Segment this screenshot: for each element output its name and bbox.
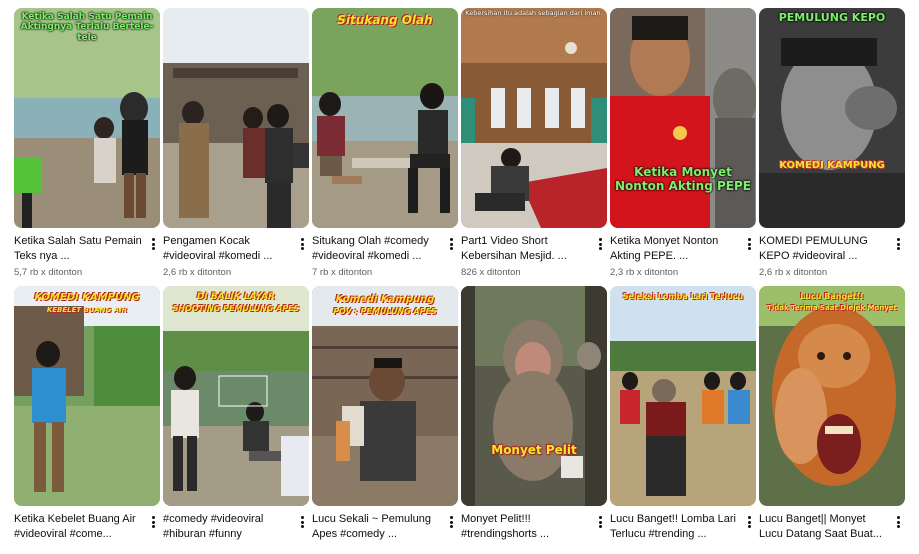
thumbnail-image: [163, 8, 309, 228]
video-meta: Lucu Banget!! Lomba Lari Terlucu #trendi…: [610, 506, 756, 542]
more-options-icon[interactable]: [148, 236, 158, 252]
video-card: Komedi Kampung POV : PEMULUNG APES Lucu …: [312, 286, 458, 554]
video-meta: Ketika Salah Satu Pemain Teks nya ... 5,…: [14, 228, 160, 278]
video-card: Ketika Monyet Nonton Akting PEPE Ketika …: [610, 8, 756, 278]
video-meta: Lucu Sekali ~ Pemulung Apes #comedy ...: [312, 506, 458, 542]
video-thumbnail[interactable]: KOMEDI KAMPUNG KEBELET BUANG AIR: [14, 286, 160, 506]
more-options-icon[interactable]: [297, 236, 307, 252]
video-meta: Ketika Kebelet Buang Air #videoviral #co…: [14, 506, 160, 542]
more-options-icon[interactable]: [297, 514, 307, 530]
video-title[interactable]: Part1 Video Short Kebersihan Mesjid. ...: [461, 234, 591, 264]
video-card: Lucu Banget!! Tidak Terima Saat Diejek M…: [759, 286, 905, 554]
video-thumbnail[interactable]: Kebersihan itu adalah sebagian dari iman…: [461, 8, 607, 228]
video-thumbnail[interactable]: Monyet Pelit: [461, 286, 607, 506]
thumbnail-image: [610, 8, 756, 228]
more-options-icon[interactable]: [893, 514, 903, 530]
thumbnail-image: [312, 286, 458, 506]
video-thumbnail[interactable]: [163, 8, 309, 228]
thumbnail-image: [14, 8, 160, 228]
video-thumbnail[interactable]: Ketika Salah Satu Pemain Aktingnya Terla…: [14, 8, 160, 228]
video-thumbnail[interactable]: Situkang Olah: [312, 8, 458, 228]
thumbnail-image: [163, 286, 309, 506]
more-options-icon[interactable]: [595, 236, 605, 252]
more-options-icon[interactable]: [744, 514, 754, 530]
video-card: Pengamen Kocak #videoviral #komedi ... 2…: [163, 8, 309, 278]
video-title[interactable]: Lucu Banget|| Monyet Lucu Datang Saat Bu…: [759, 512, 889, 542]
video-meta: Monyet Pelit!!! #trendingshorts ...: [461, 506, 607, 542]
video-title[interactable]: Lucu Banget!! Lomba Lari Terlucu #trendi…: [610, 512, 740, 542]
video-meta: Pengamen Kocak #videoviral #komedi ... 2…: [163, 228, 309, 278]
shorts-grid: Ketika Salah Satu Pemain Aktingnya Terla…: [14, 8, 905, 554]
more-options-icon[interactable]: [744, 236, 754, 252]
video-thumbnail[interactable]: Komedi Kampung POV : PEMULUNG APES: [312, 286, 458, 506]
video-title[interactable]: #comedy #videoviral #hiburan #funny: [163, 512, 293, 542]
thumbnail-image: [461, 286, 607, 506]
more-options-icon[interactable]: [595, 514, 605, 530]
view-count: 5,7 rb x ditonton: [14, 267, 83, 278]
video-card: Monyet Pelit Monyet Pelit!!! #trendingsh…: [461, 286, 607, 554]
thumbnail-image: [759, 8, 905, 228]
video-thumbnail[interactable]: Ketika Monyet Nonton Akting PEPE: [610, 8, 756, 228]
thumbnail-image: [759, 286, 905, 506]
view-count: 2,6 rb x ditonton: [163, 267, 232, 278]
video-thumbnail[interactable]: Lucu Banget!! Tidak Terima Saat Diejek M…: [759, 286, 905, 506]
thumbnail-image: [610, 286, 756, 506]
video-card: Ketika Salah Satu Pemain Aktingnya Terla…: [14, 8, 160, 278]
thumbnail-image: [461, 8, 607, 228]
view-count: 826 x ditonton: [461, 267, 521, 278]
video-meta: Ketika Monyet Nonton Akting PEPE. ... 2,…: [610, 228, 756, 278]
video-title[interactable]: Ketika Kebelet Buang Air #videoviral #co…: [14, 512, 144, 542]
video-title[interactable]: Ketika Salah Satu Pemain Teks nya ...: [14, 234, 144, 264]
video-thumbnail[interactable]: Seleksi Lomba Lari Terlucu: [610, 286, 756, 506]
video-meta: KOMEDI PEMULUNG KEPO #videoviral ... 2,6…: [759, 228, 905, 278]
video-title[interactable]: Lucu Sekali ~ Pemulung Apes #comedy ...: [312, 512, 442, 542]
view-count: 7 rb x ditonton: [312, 267, 373, 278]
video-title[interactable]: Pengamen Kocak #videoviral #komedi ...: [163, 234, 293, 264]
thumbnail-image: [312, 8, 458, 228]
more-options-icon[interactable]: [148, 514, 158, 530]
video-card: DI BALIK LAYAR SHOOTING PEMULUNG APES #c…: [163, 286, 309, 554]
thumbnail-image: [14, 286, 160, 506]
video-card: KOMEDI KAMPUNG KEBELET BUANG AIR Ketika …: [14, 286, 160, 554]
view-count: 2,6 rb x ditonton: [759, 267, 828, 278]
video-card: Situkang Olah Situkang Olah #comedy #vid…: [312, 8, 458, 278]
more-options-icon[interactable]: [446, 236, 456, 252]
video-card: Seleksi Lomba Lari Terlucu Lucu Banget!!…: [610, 286, 756, 554]
video-meta: Situkang Olah #comedy #videoviral #komed…: [312, 228, 458, 278]
video-title[interactable]: Situkang Olah #comedy #videoviral #komed…: [312, 234, 442, 264]
video-meta: Part1 Video Short Kebersihan Mesjid. ...…: [461, 228, 607, 278]
video-card: Kebersihan itu adalah sebagian dari iman…: [461, 8, 607, 278]
video-card: PEMULUNG KEPO KOMEDI KAMPUNG KOMEDI PEMU…: [759, 8, 905, 278]
more-options-icon[interactable]: [893, 236, 903, 252]
video-title[interactable]: Ketika Monyet Nonton Akting PEPE. ...: [610, 234, 740, 264]
video-thumbnail[interactable]: DI BALIK LAYAR SHOOTING PEMULUNG APES: [163, 286, 309, 506]
video-title[interactable]: Monyet Pelit!!! #trendingshorts ...: [461, 512, 591, 542]
more-options-icon[interactable]: [446, 514, 456, 530]
video-thumbnail[interactable]: PEMULUNG KEPO KOMEDI KAMPUNG: [759, 8, 905, 228]
view-count: 2,3 rb x ditonton: [610, 267, 679, 278]
video-title[interactable]: KOMEDI PEMULUNG KEPO #videoviral ...: [759, 234, 889, 264]
video-meta: Lucu Banget|| Monyet Lucu Datang Saat Bu…: [759, 506, 905, 542]
video-meta: #comedy #videoviral #hiburan #funny: [163, 506, 309, 542]
